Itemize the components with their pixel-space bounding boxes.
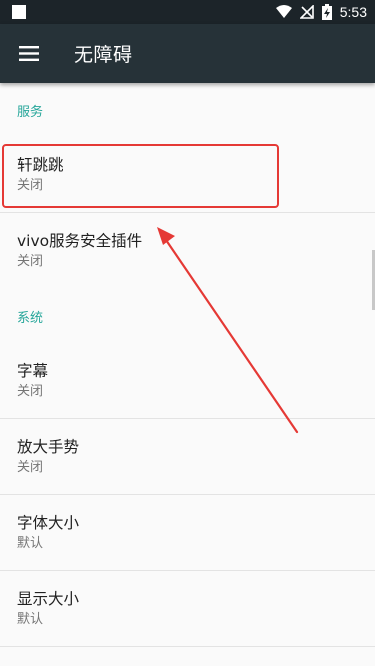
section-header-system: 系统 bbox=[17, 310, 44, 326]
item-title: vivo服务安全插件 bbox=[17, 232, 143, 250]
item-summary: 关闭 bbox=[17, 254, 44, 269]
toolbar: 无障碍 bbox=[0, 24, 375, 83]
hamburger-menu-icon bbox=[19, 46, 39, 61]
status-bar: 5:53 bbox=[0, 0, 375, 24]
battery-charging-icon bbox=[321, 4, 332, 20]
item-title: 放大手势 bbox=[17, 437, 80, 456]
highlight-box-annotation bbox=[2, 144, 279, 208]
menu-button[interactable] bbox=[0, 24, 58, 83]
item-summary: 关闭 bbox=[17, 459, 44, 475]
item-title: 显示大小 bbox=[17, 589, 80, 608]
item-title: 字幕 bbox=[17, 361, 49, 380]
clock: 5:53 bbox=[339, 4, 367, 20]
list-item-font-size[interactable]: 字体大小 默认 bbox=[0, 495, 375, 571]
notification-icon bbox=[12, 5, 26, 19]
item-summary: 默认 bbox=[17, 535, 44, 551]
list-item-captions[interactable]: 字幕 关闭 bbox=[0, 343, 375, 419]
list-item-magnification-gestures[interactable]: 放大手势 关闭 bbox=[0, 419, 375, 495]
no-signal-icon bbox=[299, 5, 314, 19]
item-summary: 关闭 bbox=[17, 383, 44, 399]
item-title: 字体大小 bbox=[17, 513, 80, 532]
list-item-display-size[interactable]: 显示大小 默认 bbox=[0, 571, 375, 647]
section-header-services: 服务 bbox=[17, 104, 44, 120]
wifi-icon bbox=[275, 5, 292, 18]
list-item-vivo-security-plugin[interactable]: vivo服务安全插件 关闭 bbox=[0, 213, 375, 289]
page-title: 无障碍 bbox=[74, 44, 133, 66]
item-summary: 默认 bbox=[17, 611, 44, 627]
